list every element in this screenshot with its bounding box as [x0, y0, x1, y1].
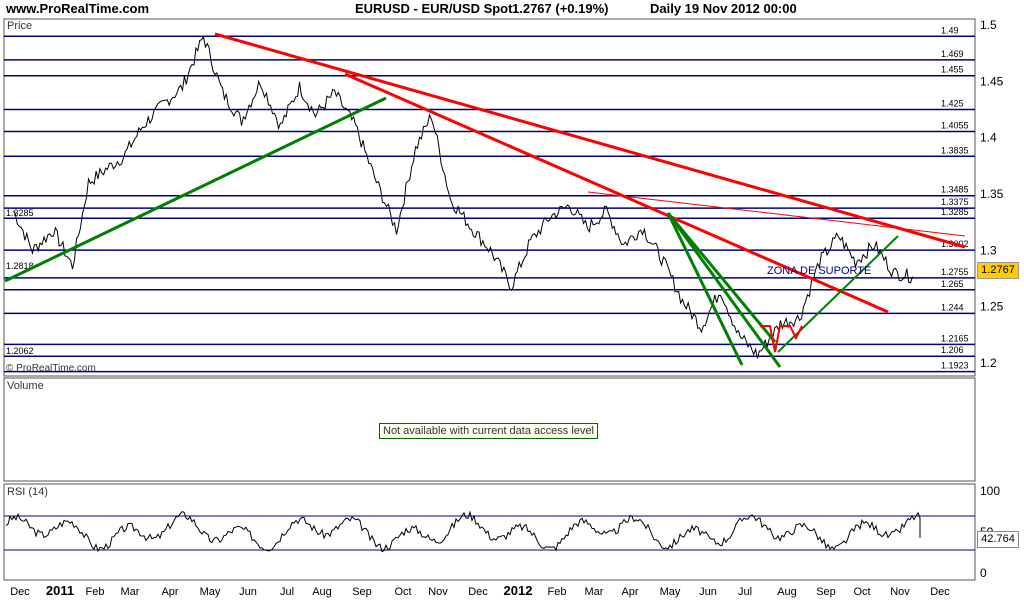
- level-label: 1.4055: [941, 120, 969, 130]
- rsi-panel-title: RSI (14): [7, 486, 48, 498]
- x-tick-label: Oct: [853, 586, 870, 598]
- x-tick-label: Feb: [86, 586, 105, 598]
- x-tick-label: Oct: [394, 586, 411, 598]
- price-y-axis: 1.2 1.25 1.3 1.35 1.4 1.45 1.5: [980, 18, 1004, 370]
- x-tick-label: May: [200, 586, 221, 598]
- rsi-value-tag: 42.764: [977, 531, 1019, 548]
- x-tick-label: Apr: [621, 586, 638, 598]
- level-label: 1.2165: [941, 333, 969, 343]
- y-tick-label: 1.2: [980, 356, 997, 370]
- level-label: 1.3375: [941, 197, 969, 207]
- left-level-label: 1.2062: [6, 346, 34, 356]
- x-tick-label: Nov: [890, 586, 910, 598]
- x-tick-label: Mar: [121, 586, 140, 598]
- x-tick-label: Jul: [738, 586, 752, 598]
- level-label: 1.425: [941, 99, 964, 109]
- x-tick-label: Jun: [699, 586, 717, 598]
- x-tick-label: Aug: [777, 586, 797, 598]
- level-label: 1.3835: [941, 145, 969, 155]
- y-tick-label: 1.4: [980, 131, 997, 145]
- volume-unavailable-note: Not available with current data access l…: [379, 423, 598, 439]
- level-label: 1.455: [941, 65, 964, 75]
- x-tick-label: Dec: [10, 586, 30, 598]
- rsi-panel-frame: [3, 483, 976, 581]
- level-label: 1.265: [941, 279, 964, 289]
- x-tick-label: Mar: [585, 586, 604, 598]
- left-level-label: 1.3285: [6, 208, 34, 218]
- x-tick-label: 2011: [46, 583, 74, 598]
- x-tick-label: 2012: [504, 583, 533, 598]
- rsi-tick-label: 0: [980, 566, 987, 580]
- y-tick-label: 1.45: [980, 74, 1004, 88]
- x-tick-label: Nov: [428, 586, 448, 598]
- x-tick-label: Dec: [930, 586, 950, 598]
- y-tick-label: 1.35: [980, 187, 1004, 201]
- level-label: 1.206: [941, 345, 964, 355]
- level-label: 1.469: [941, 49, 964, 59]
- x-tick-label: Dec: [468, 586, 488, 598]
- current-price-tag: 1.2767: [977, 262, 1019, 279]
- level-label: 1.244: [941, 302, 964, 312]
- x-tick-label: Sep: [352, 586, 372, 598]
- y-tick-label: 1.3: [980, 243, 997, 257]
- y-tick-label: 1.5: [980, 18, 997, 32]
- x-tick-label: May: [660, 586, 681, 598]
- x-tick-label: Feb: [548, 586, 567, 598]
- rsi-tick-label: 100: [980, 484, 1000, 498]
- level-label: 1.2755: [941, 267, 969, 277]
- volume-panel-title: Volume: [7, 380, 44, 392]
- x-axis: Dec 2011 Feb Mar Apr May Jun Jul Aug Sep Oct Nov Dec…: [10, 583, 950, 598]
- x-tick-label: Jun: [239, 586, 257, 598]
- price-chart[interactable]: Price Volume RSI (14) © ProRealTime.com …: [0, 0, 1024, 600]
- x-tick-label: Apr: [161, 586, 178, 598]
- level-label: 1.3285: [941, 207, 969, 217]
- level-label: 1.49: [941, 25, 959, 35]
- y-tick-label: 1.25: [980, 300, 1004, 314]
- price-panel-frame: [3, 18, 976, 377]
- x-tick-label: Sep: [816, 586, 836, 598]
- price-panel-title: Price: [7, 20, 32, 32]
- support-zone-label: ZONA DE SUPORTE: [767, 265, 871, 277]
- level-label: 1.1923: [941, 361, 969, 371]
- x-tick-label: Jul: [280, 586, 294, 598]
- level-label: 1.3485: [941, 185, 969, 195]
- x-tick-label: Aug: [312, 586, 332, 598]
